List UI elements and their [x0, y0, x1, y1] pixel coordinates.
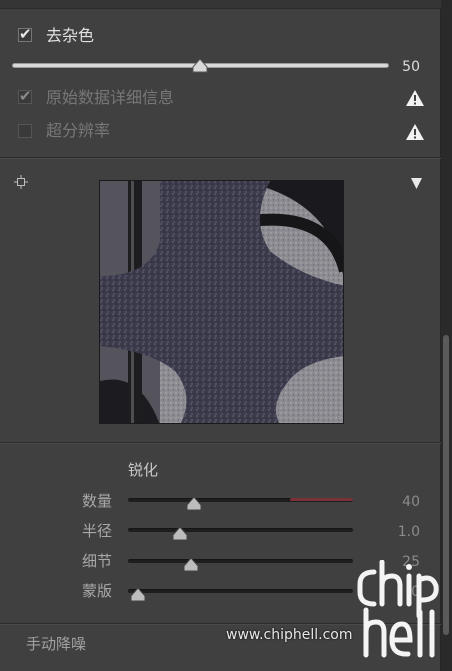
sharpen-title: 锐化: [128, 461, 159, 479]
watermark-text: www.chiphell.com: [226, 627, 353, 643]
crosshair-icon[interactable]: [14, 175, 28, 189]
amount-label: 数量: [82, 492, 113, 510]
manual-noise-label[interactable]: 手动降噪: [26, 634, 86, 654]
radius-value[interactable]: 1.0: [380, 524, 420, 540]
panel-top-strip: [0, 0, 441, 9]
triangle-down-icon[interactable]: [410, 177, 423, 190]
masking-slider-track[interactable]: [128, 589, 353, 593]
detail-slider-track[interactable]: [128, 559, 353, 563]
super-resolution-label: 超分辨率: [46, 121, 111, 140]
raw-details-label: 原始数据详细信息: [46, 88, 175, 107]
super-resolution-checkbox[interactable]: [18, 124, 32, 138]
detail-preview-image[interactable]: [99, 180, 344, 424]
denoise-value[interactable]: 50: [380, 59, 420, 75]
section-divider: [0, 442, 441, 443]
checkmark-icon: ✔: [19, 25, 32, 43]
warning-icon[interactable]: [405, 123, 425, 141]
amount-slider-highlight: [290, 498, 353, 501]
warning-icon[interactable]: [405, 89, 425, 107]
amount-value[interactable]: 40: [380, 494, 420, 510]
preview-photo: [100, 181, 343, 423]
masking-label: 蒙版: [82, 582, 113, 600]
scrollbar[interactable]: [441, 0, 452, 671]
raw-details-checkbox[interactable]: ✔: [18, 87, 32, 105]
chiphell-logo: [357, 560, 439, 658]
section-divider: [0, 157, 441, 158]
detail-label: 细节: [82, 552, 113, 570]
denoise-checkbox[interactable]: ✔: [18, 25, 32, 43]
radius-label: 半径: [82, 522, 113, 540]
scrollbar-thumb[interactable]: [443, 335, 449, 635]
denoise-label: 去杂色: [46, 26, 95, 45]
radius-slider-track[interactable]: [128, 528, 353, 532]
checkmark-icon: ✔: [19, 87, 32, 105]
